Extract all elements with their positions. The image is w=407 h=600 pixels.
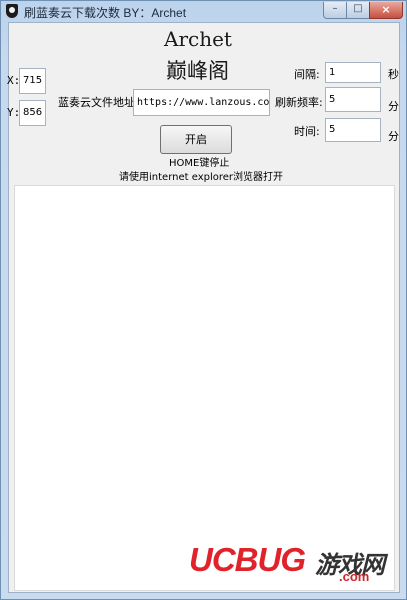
stop-hint: HOME键停止 (169, 158, 230, 169)
close-button[interactable]: × (369, 2, 403, 19)
browser-hint: 请使用internet explorer浏览器打开 (119, 172, 284, 183)
watermark-logo: UCBUG (189, 541, 306, 578)
watermark-domain: .com (339, 569, 370, 584)
title-bar[interactable]: 刷蓝奏云下载次数 BY：Archet – □ × (1, 1, 406, 21)
start-button[interactable]: 开启 (160, 125, 232, 154)
brand-name: Archet (164, 27, 232, 51)
client-area: Archet 巅峰阁 X: 715 Y: 856 蓝奏云文件地址: https:… (7, 22, 400, 593)
y-coordinate-field[interactable]: 856 (19, 100, 46, 126)
web-browser-pane[interactable] (14, 185, 395, 591)
watermark: UCBUG 游戏网 .com (189, 541, 399, 584)
refresh-unit: 分 (388, 100, 399, 113)
maximize-icon: □ (353, 3, 363, 14)
duration-label: 时间: (294, 125, 320, 138)
app-icon (6, 4, 18, 18)
minimize-icon: – (332, 3, 338, 14)
minimize-button[interactable]: – (323, 2, 347, 19)
x-coordinate-field[interactable]: 715 (19, 68, 46, 94)
duration-field[interactable]: 5 (325, 118, 381, 142)
refresh-label: 刷新频率: (275, 96, 323, 109)
url-field[interactable]: https://www.lanzous.com/i1nuc (133, 89, 270, 116)
interval-field[interactable]: 1 (325, 62, 381, 83)
interval-unit: 秒 (388, 68, 399, 81)
maximize-button[interactable]: □ (346, 2, 370, 19)
brand-subtitle: 巅峰阁 (166, 59, 229, 83)
duration-unit: 分 (388, 130, 399, 143)
close-icon: × (381, 3, 391, 16)
app-window: 刷蓝奏云下载次数 BY：Archet – □ × Archet 巅峰阁 X: 7… (0, 0, 407, 600)
refresh-field[interactable]: 5 (325, 87, 381, 112)
url-label: 蓝奏云文件地址: (58, 96, 139, 109)
window-title: 刷蓝奏云下载次数 BY：Archet (24, 6, 187, 20)
interval-label: 间隔: (294, 68, 320, 81)
